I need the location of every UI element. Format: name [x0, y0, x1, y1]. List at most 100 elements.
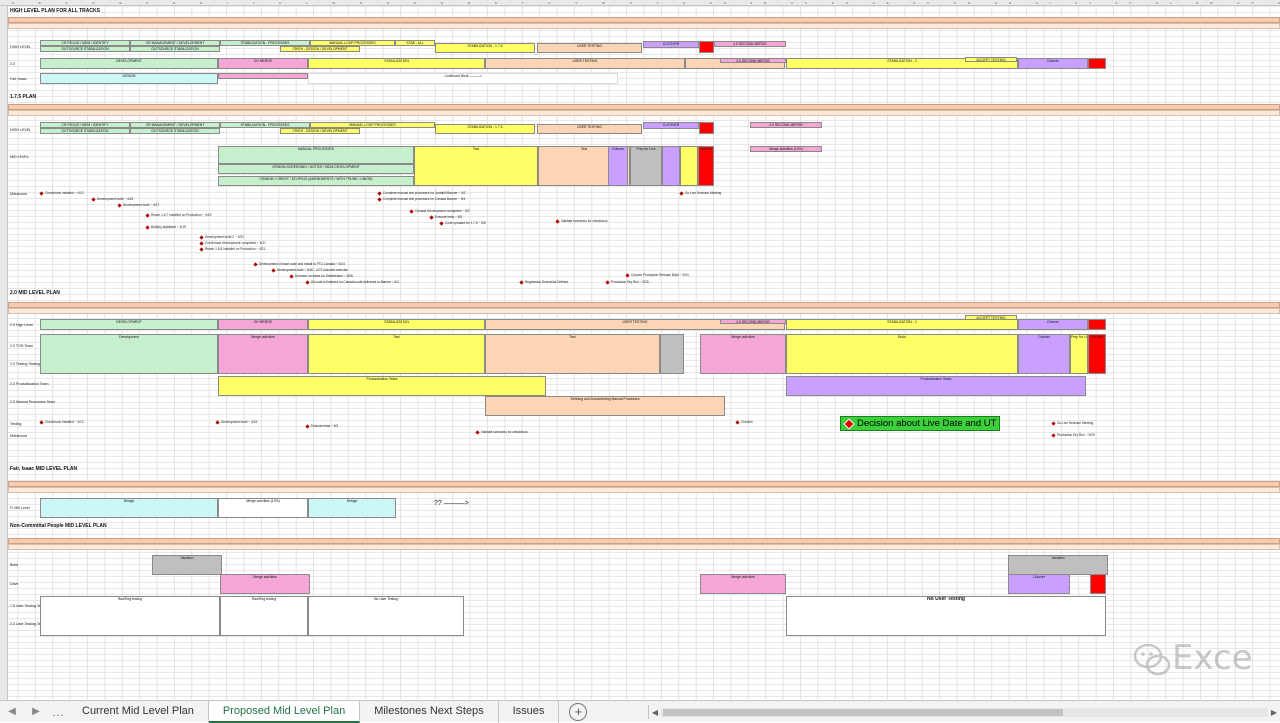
bar-stabilization-2: STABILIZATION	[308, 319, 485, 330]
milestone: Reach 1.6.7 Installed on Production ~ 4/…	[146, 213, 211, 217]
milestone: Complete manual test processes for Canad…	[378, 197, 465, 201]
bar-stab-175: STABILIZATION - 1.7.5	[435, 43, 535, 53]
bar-productization: Productization Tasks	[218, 376, 546, 396]
bar-defining-docs: Defining and Documenting Manual Processe…	[485, 396, 725, 416]
section-title-fair-isaac: Fair, Isaac MID LEVEL PLAN	[10, 466, 78, 472]
bar-cutover-8: Cutover	[1008, 574, 1070, 594]
bar-merge-act-3: Merge activities	[220, 574, 310, 594]
bar-test-builds: Test	[308, 334, 485, 374]
row-headers[interactable]	[0, 6, 8, 700]
row-label-build: Build	[10, 563, 18, 567]
bar-design-3: Design	[308, 498, 396, 518]
tab-current-mid-level-plan[interactable]: Current Mid Level Plan	[68, 700, 209, 723]
bar-continued-work: Continued Work ———>	[308, 73, 618, 84]
bar-cr-mdm: CR/MDM / CREDIT / SCOPING (AMENDMENTS / …	[218, 176, 414, 186]
bar-merge-act-2: Merge activities	[700, 334, 786, 374]
milestone: Cutover Production Release Build ~ 9/24	[626, 273, 689, 277]
weekday-header-row-3	[8, 308, 1280, 314]
bar-productization-2: Productization Tasks	[786, 376, 1086, 396]
bar-second-merge-2: 2.0 SECOND MERGE	[720, 58, 786, 63]
bar-cutover-5	[662, 146, 680, 186]
bar-cutover-7: Cutover	[1018, 334, 1070, 374]
bar-test-builds-2: Build	[786, 334, 1018, 374]
sheet-tab-bar: ◀ ▶ … Current Mid Level Plan Proposed Mi…	[0, 700, 1280, 723]
milestone: Development build ~ 4/15	[92, 197, 133, 201]
column-headers[interactable]: A B C D E F G H I J K L M N O P Q R S T …	[0, 0, 1280, 6]
section-title-1-7-5: 1.7.5 PLAN	[10, 94, 37, 100]
bar-merge-activities: Merge activities (10%)	[750, 146, 822, 152]
bar-cutover-2: Cutover	[1018, 58, 1088, 69]
bar-merge-act-fi	[218, 73, 308, 79]
row-label-fair-isaac: Fair, Isaac	[10, 77, 27, 81]
spreadsheet-grid[interactable]: A B C D E F G H I J K L M N O P Q R S T …	[0, 0, 1280, 700]
milestone: Decision on dates for Stabilization ~ 5/…	[290, 274, 353, 278]
bar-development: DEVELOPMENT	[40, 58, 218, 69]
bar-stab-2-b: STABILIZATION - 2	[786, 319, 1018, 330]
section-title-2-0: 2.0 MID LEVEL PLAN	[10, 290, 60, 296]
scroll-left-icon[interactable]: ◀	[649, 708, 661, 717]
watermark: Exce	[1128, 634, 1278, 684]
milestone: Go Live Decision Meeting	[1052, 421, 1093, 425]
row-label-testing: Testing	[10, 422, 22, 426]
bar-user-testing-2: USER TESTING	[485, 58, 685, 69]
bar-go-live-3	[699, 122, 714, 134]
milestone: Build(s) stabilized ~ 4/19	[146, 225, 186, 229]
row-label-2-0-high: 2.0 High Level	[10, 323, 33, 327]
milestone: Canada Development completed ~ 5/2	[410, 209, 470, 213]
bar-design-2: Design	[40, 498, 218, 518]
bar-development-2: DEVELOPMENT	[40, 319, 218, 330]
tab-milestones-next-steps[interactable]: Milestones Next Steps	[360, 700, 499, 723]
bar-user-builds: Test	[485, 334, 660, 374]
bar-stab-all: STAB - ALL	[395, 40, 435, 46]
add-sheet-button[interactable]: +	[569, 702, 588, 721]
bar-outsource-stab-2: OUTSOURCE STABILIZATION	[130, 46, 220, 52]
bar-accept-testing: ACCEPT TESTING	[965, 57, 1017, 62]
bar-stabilization: STABILIZATION	[308, 58, 485, 69]
bar-go-live-6: Go Live	[1088, 334, 1106, 374]
bar-development-3: Development	[40, 334, 218, 374]
bar-cr-design-2: CR/EH - DESIGN / DEVELOPMENT	[280, 128, 360, 134]
decision-callout[interactable]: Decision about Live Date and UT	[840, 416, 1000, 431]
bar-manual-processes-3: MANUAL PROCESSES	[218, 146, 414, 164]
bar-rad-reg-2: Rad/Reg testing	[220, 596, 308, 636]
milestone: Complete manual test processes for Justa…	[378, 191, 466, 195]
row-label-2-0: 2.0	[10, 62, 15, 66]
bar-main-day	[660, 334, 684, 374]
chat-bubbles-icon	[1133, 643, 1171, 676]
milestone: Code updated for 1.7.5 ~ 5/5	[440, 221, 486, 225]
more-sheets-button[interactable]: …	[48, 705, 68, 719]
bar-no-user-testing-2: No User Testing	[786, 596, 1106, 636]
milestone: Production Dry Run ~ 9/20	[606, 280, 649, 284]
milestone: Development build ~ 4/17	[118, 203, 159, 207]
next-sheet-button[interactable]: ▶	[24, 706, 48, 717]
section-title-high-level: HIGH LEVEL PLAN FOR ALL TRACKS	[10, 8, 100, 14]
weekday-header-row-4	[8, 487, 1280, 493]
horizontal-scrollbar[interactable]: ◀ ▶	[648, 705, 1280, 719]
scroll-track[interactable]	[661, 707, 1268, 717]
bar-vacation-2: Vacation	[1008, 555, 1108, 575]
row-label-manual-proc: 2.0 Manual Processes Team	[10, 400, 56, 404]
scroll-right-icon[interactable]: ▶	[1268, 708, 1280, 717]
bar-second-merge-4: 2.0 SECOND MERGE	[720, 319, 786, 324]
bar-prep-live: Prep for Live	[630, 146, 662, 186]
row-label-tor-team: 2.0 TOR Team	[10, 344, 34, 348]
milestone: Development build 2 ~ 4/21	[200, 235, 244, 239]
tab-issues[interactable]: Issues	[499, 700, 560, 723]
scroll-thumb[interactable]	[663, 708, 1063, 716]
section-title-non-committal: Non-Committal People MID LEVEL PLAN	[10, 523, 107, 529]
prev-sheet-button[interactable]: ◀	[0, 706, 24, 717]
milestone: Checkin	[736, 420, 753, 424]
bar-user-testing-4: USER TESTING	[537, 124, 642, 134]
row-label-mid-level: MID LEVEL	[10, 155, 29, 159]
bar-cutover: CUTOVER	[643, 41, 699, 48]
milestone: Validate scenarios for checkbook	[556, 219, 608, 223]
bar-cutover-6: Cutover	[1018, 319, 1088, 330]
row-label-productization: 2.0 Productization Team	[10, 382, 49, 386]
bar-dv-merge-2: DV MERGE	[218, 319, 308, 330]
bar-go-live-5	[1088, 319, 1106, 330]
tab-proposed-mid-level-plan[interactable]: Proposed Mid Level Plan	[208, 700, 361, 723]
weekday-header-row-2	[8, 110, 1280, 116]
bar-cutover-3: CUTOVER	[643, 122, 699, 129]
row-label-dave: Dave	[10, 582, 19, 586]
bar-stab-175-2: STABILIZATION - 1.7.5	[435, 124, 535, 134]
